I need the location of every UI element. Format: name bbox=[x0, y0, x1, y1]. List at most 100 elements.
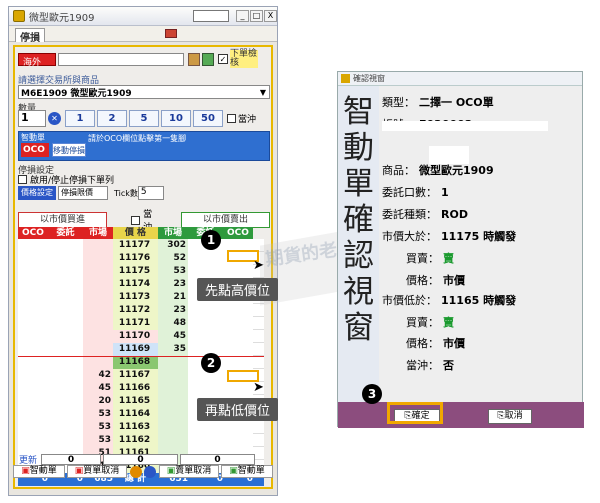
cancel-buy-button[interactable]: ▣買單取消 bbox=[67, 465, 127, 478]
order-left-cell[interactable] bbox=[48, 356, 83, 369]
nav-prev-icon[interactable] bbox=[130, 465, 142, 478]
oco-right-cell[interactable] bbox=[223, 356, 253, 369]
ask-qty-cell bbox=[158, 408, 188, 421]
oco-left-cell[interactable] bbox=[18, 395, 48, 408]
oco-right-cell[interactable] bbox=[223, 421, 253, 434]
qty-1-button[interactable]: 1 bbox=[65, 110, 95, 127]
bid-qty-cell bbox=[83, 291, 113, 304]
market-buy-button[interactable]: 以市價買進 bbox=[18, 212, 108, 228]
price-set-button[interactable]: 價格設定 bbox=[18, 186, 56, 200]
oco-left-cell[interactable] bbox=[18, 408, 48, 421]
layout-icon[interactable] bbox=[193, 10, 229, 22]
chevron-down-icon[interactable]: ▼ bbox=[260, 88, 269, 97]
ask-qty-cell bbox=[158, 421, 188, 434]
order-left-cell[interactable] bbox=[48, 278, 83, 291]
col-market-left: 市場 bbox=[83, 227, 113, 239]
oco-left-cell[interactable] bbox=[18, 304, 48, 317]
dialog-line-value: 市價 bbox=[443, 337, 465, 350]
oco-left-cell[interactable] bbox=[18, 382, 48, 395]
oco-left-cell[interactable] bbox=[18, 265, 48, 278]
tick-input[interactable]: 5 bbox=[137, 186, 164, 200]
cancel-sell-button[interactable]: ▣賣單取消 bbox=[159, 465, 219, 478]
day-trade-checkbox[interactable] bbox=[227, 114, 236, 123]
oco-left-cell[interactable] bbox=[18, 278, 48, 291]
close-tab-icon[interactable] bbox=[165, 29, 177, 38]
dialog-line: 買賣： 賣 bbox=[406, 314, 454, 330]
order-left-cell[interactable] bbox=[48, 421, 83, 434]
order-left-cell[interactable] bbox=[48, 408, 83, 421]
order-right-cell[interactable] bbox=[188, 252, 223, 265]
bid-qty-cell: 45 bbox=[83, 382, 113, 395]
qty-10-button[interactable]: 10 bbox=[161, 110, 191, 127]
order-left-cell[interactable] bbox=[48, 265, 83, 278]
oco-right-cell[interactable] bbox=[223, 382, 253, 395]
oco-left-cell[interactable] bbox=[18, 330, 48, 343]
oco-left-cell[interactable] bbox=[18, 369, 48, 382]
order-left-cell[interactable] bbox=[48, 317, 83, 330]
order-left-cell[interactable] bbox=[48, 343, 83, 356]
order-left-cell[interactable] bbox=[48, 330, 83, 343]
order-right-cell[interactable] bbox=[188, 317, 223, 330]
oco-left-cell[interactable] bbox=[18, 343, 48, 356]
oco-left-cell[interactable] bbox=[18, 291, 48, 304]
oco-right-cell[interactable] bbox=[223, 434, 253, 447]
order-right-cell[interactable] bbox=[188, 265, 223, 278]
order-left-cell[interactable] bbox=[48, 434, 83, 447]
bid-qty-cell bbox=[83, 317, 113, 330]
order-check-checkbox[interactable]: ✓ bbox=[218, 54, 228, 64]
qty-50-button[interactable]: 50 bbox=[193, 110, 223, 127]
refresh-icon[interactable] bbox=[202, 52, 214, 66]
oco-select[interactable]: OCO bbox=[21, 143, 49, 157]
quantity-input[interactable]: 1 bbox=[18, 110, 46, 127]
order-left-cell[interactable] bbox=[48, 369, 83, 382]
market-sell-button[interactable]: 以市價賣出 bbox=[180, 212, 271, 228]
account-input[interactable] bbox=[58, 52, 184, 66]
oco-left-cell[interactable] bbox=[18, 356, 48, 369]
minimize-button[interactable]: _ bbox=[236, 10, 249, 22]
order-left-cell[interactable] bbox=[48, 395, 83, 408]
order-left-cell[interactable] bbox=[48, 291, 83, 304]
order-panel: 海外 ✓ 下單檢核 請選擇交易所與商品 M6E1909 微型歐元1909 ▼ 數… bbox=[13, 45, 273, 489]
oco-left-cell[interactable] bbox=[18, 317, 48, 330]
oco-right-cell[interactable] bbox=[223, 265, 253, 278]
stop-type-select[interactable]: 停損限價 bbox=[58, 186, 108, 200]
cancel-button[interactable]: ⎘取消 bbox=[488, 409, 532, 424]
close-button[interactable]: X bbox=[264, 10, 277, 22]
hedge-checkbox[interactable] bbox=[131, 215, 141, 225]
order-left-cell[interactable] bbox=[48, 382, 83, 395]
product-select[interactable]: M6E1909 微型歐元1909 ▼ bbox=[18, 85, 270, 99]
enable-stop-checkbox[interactable] bbox=[18, 175, 27, 184]
nav-next-icon[interactable] bbox=[144, 465, 156, 478]
order-right-cell[interactable] bbox=[188, 330, 223, 343]
price-cell: 11163 bbox=[113, 421, 158, 434]
oco-right-cell[interactable] bbox=[223, 304, 253, 317]
order-right-cell[interactable] bbox=[188, 434, 223, 447]
qty-2-button[interactable]: 2 bbox=[97, 110, 127, 127]
smart-order-right-button[interactable]: ▣智動單 bbox=[221, 465, 273, 478]
account-selector[interactable]: 海外 bbox=[18, 52, 56, 68]
clear-quantity-icon[interactable]: ✕ bbox=[48, 112, 61, 125]
oco-right-cell[interactable] bbox=[223, 343, 253, 356]
dialog-line-value: 1 bbox=[441, 186, 449, 199]
ask-qty-cell: 23 bbox=[158, 304, 188, 317]
dialog-line-key: 當沖： bbox=[406, 359, 439, 372]
maximize-button[interactable]: □ bbox=[250, 10, 263, 22]
oco-left-cell[interactable] bbox=[18, 252, 48, 265]
clipboard-icon[interactable] bbox=[188, 52, 200, 66]
oco-left-cell[interactable] bbox=[18, 434, 48, 447]
order-left-cell[interactable] bbox=[48, 239, 83, 252]
oco-right-cell[interactable] bbox=[223, 317, 253, 330]
order-left-cell[interactable] bbox=[48, 252, 83, 265]
oco-left-cell[interactable] bbox=[18, 421, 48, 434]
cancel-buy-icon: ▣ bbox=[74, 466, 84, 476]
order-right-cell[interactable] bbox=[188, 382, 223, 395]
tab-stop-loss[interactable]: 停損 bbox=[15, 28, 45, 44]
oco-left-cell[interactable] bbox=[18, 239, 48, 252]
smart-order-left-button[interactable]: ▣智動單 bbox=[13, 465, 65, 478]
order-left-cell[interactable] bbox=[48, 304, 83, 317]
oco-right-cell[interactable] bbox=[223, 330, 253, 343]
order-right-cell[interactable] bbox=[188, 421, 223, 434]
move-stop-button[interactable]: 移動停損 bbox=[52, 143, 86, 157]
order-right-cell[interactable] bbox=[188, 304, 223, 317]
qty-5-button[interactable]: 5 bbox=[129, 110, 159, 127]
